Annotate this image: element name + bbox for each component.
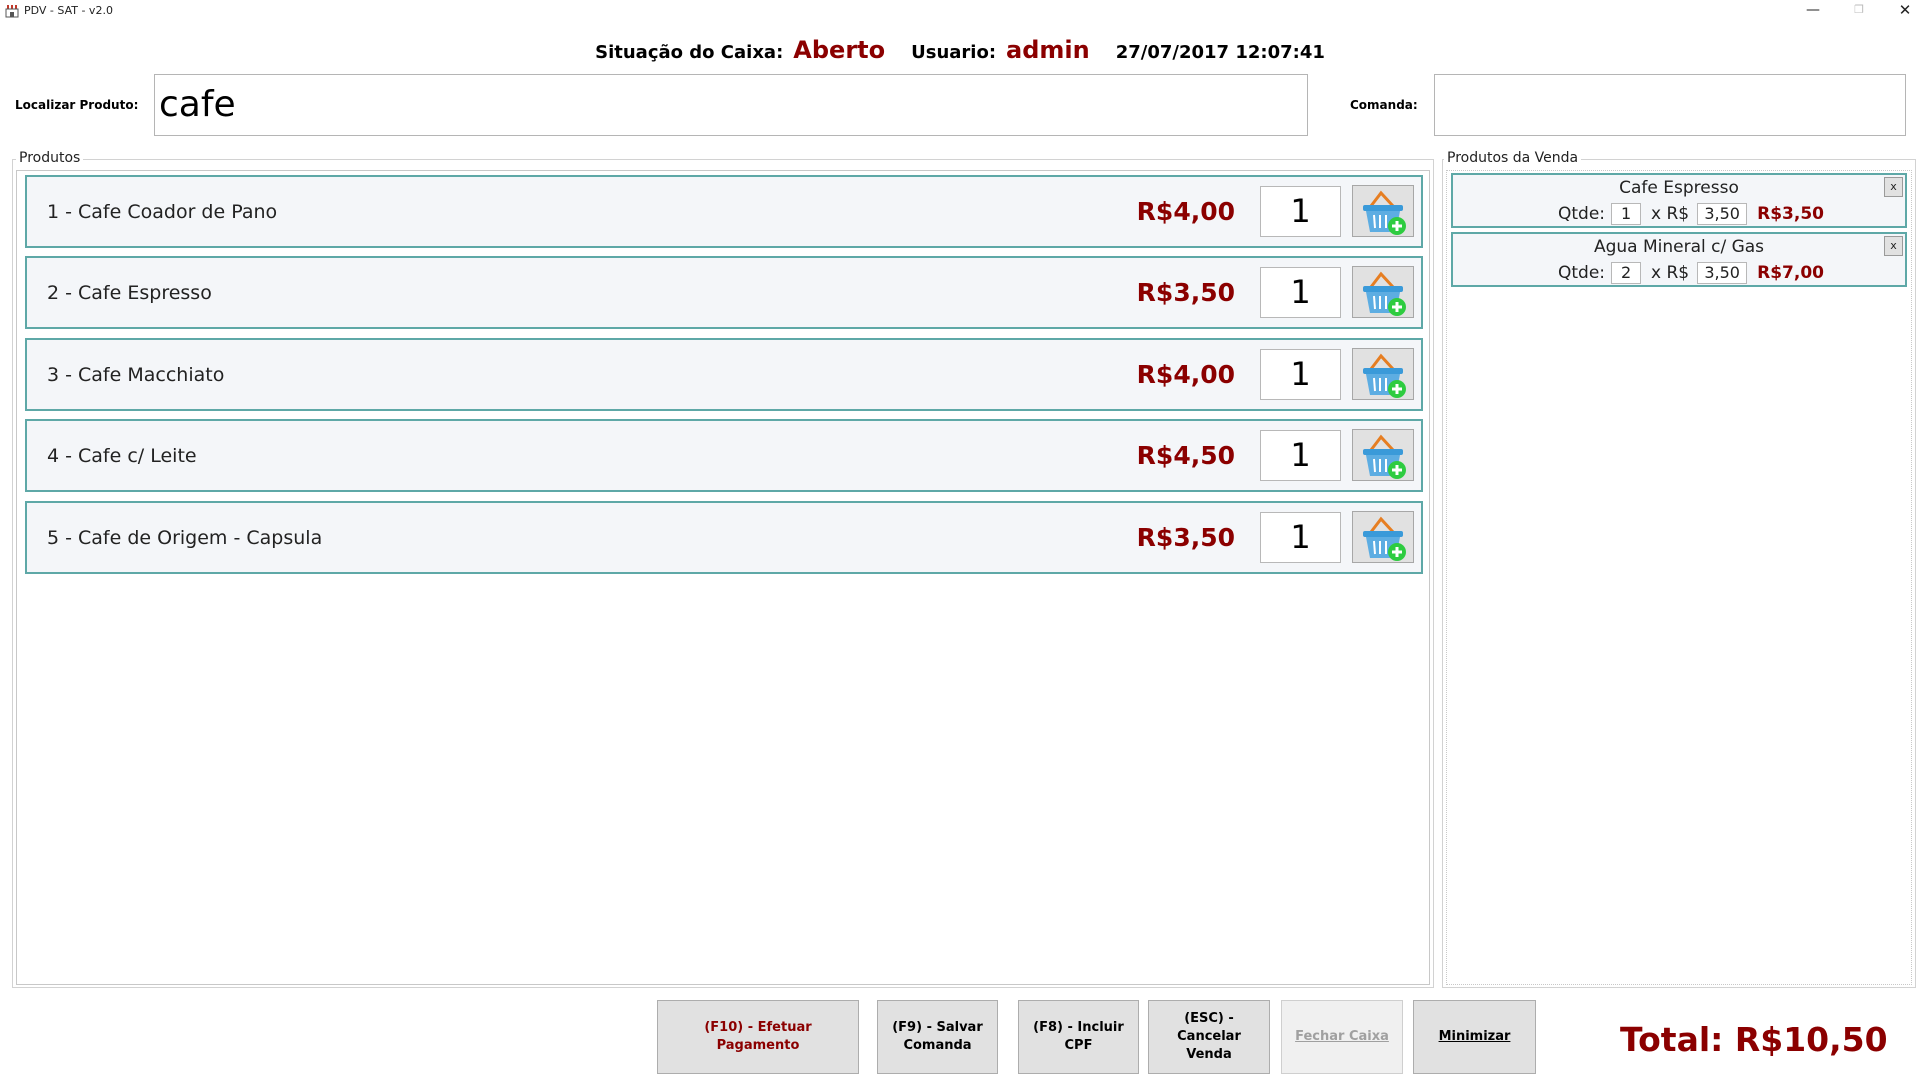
remove-item-button[interactable]: x: [1884, 177, 1903, 197]
user-value: admin: [1006, 36, 1090, 64]
product-qty-input[interactable]: 1: [1260, 349, 1341, 400]
sale-item-line: Qtde: 2 x R$ 3,50 R$7,00: [1558, 262, 1824, 284]
window-close-button[interactable]: ✕: [1882, 0, 1920, 22]
add-to-basket-button[interactable]: [1352, 185, 1414, 237]
basket-add-icon: [1363, 353, 1406, 398]
comanda-input[interactable]: [1434, 74, 1906, 136]
search-label: Localizar Produto:: [15, 98, 139, 112]
product-name: 4 - Cafe c/ Leite: [47, 445, 197, 467]
add-to-basket-button[interactable]: [1352, 348, 1414, 400]
window-minimize-button[interactable]: —: [1790, 0, 1836, 22]
close-register-button[interactable]: Fechar Caixa: [1281, 1000, 1403, 1074]
window-maximize-button[interactable]: ❐: [1836, 0, 1882, 22]
sale-item[interactable]: Agua Mineral c/ Gas Qtde: 2 x R$ 3,50 R$…: [1451, 232, 1907, 287]
title-bar: PDV - SAT - v2.0 — ❐ ✕: [0, 0, 1920, 22]
sale-item-total: R$3,50: [1757, 204, 1824, 224]
sale-item-name: Cafe Espresso: [1619, 178, 1739, 198]
basket-add-icon: [1363, 434, 1406, 479]
datetime: 27/07/2017 12:07:41: [1115, 42, 1325, 63]
user-label: Usuario:: [911, 42, 997, 63]
sale-unit-price-input[interactable]: 3,50: [1697, 203, 1748, 225]
add-to-basket-button[interactable]: [1352, 266, 1414, 318]
sale-times-label: x R$: [1651, 204, 1690, 224]
products-group-title: Produtos: [16, 150, 84, 166]
remove-item-button[interactable]: x: [1884, 236, 1903, 256]
register-status-label: Situação do Caixa:: [595, 42, 784, 63]
status-header: Situação do Caixa: Aberto Usuario: admin…: [0, 36, 1920, 66]
product-price: R$3,50: [1136, 278, 1235, 307]
product-price: R$4,00: [1136, 197, 1235, 226]
product-row[interactable]: 3 - Cafe Macchiato R$4,00 1: [25, 338, 1423, 411]
comanda-label: Comanda:: [1350, 98, 1418, 112]
product-price: R$4,00: [1136, 360, 1235, 389]
sale-item-total: R$7,00: [1757, 263, 1824, 283]
store-icon: [5, 5, 19, 18]
cancel-sale-button[interactable]: (ESC) - Cancelar Venda: [1148, 1000, 1270, 1074]
sale-qty-label: Qtde:: [1558, 204, 1606, 224]
sale-qty-input[interactable]: 2: [1611, 262, 1642, 284]
product-name: 3 - Cafe Macchiato: [47, 364, 225, 386]
basket-add-icon: [1363, 516, 1406, 561]
include-cpf-button[interactable]: (F8) - Incluir CPF: [1018, 1000, 1139, 1074]
product-row[interactable]: 5 - Cafe de Origem - Capsula R$3,50 1: [25, 501, 1423, 574]
save-comanda-button[interactable]: (F9) - Salvar Comanda: [877, 1000, 998, 1074]
add-to-basket-button[interactable]: [1352, 511, 1414, 563]
sale-total: Total: R$10,50: [1620, 1020, 1888, 1059]
product-row[interactable]: 4 - Cafe c/ Leite R$4,50 1: [25, 419, 1423, 492]
window-title: PDV - SAT - v2.0: [24, 4, 113, 17]
add-to-basket-button[interactable]: [1352, 429, 1414, 481]
sale-item-name: Agua Mineral c/ Gas: [1593, 237, 1765, 257]
sale-unit-price-input[interactable]: 3,50: [1697, 262, 1748, 284]
product-price: R$3,50: [1136, 523, 1235, 552]
sale-times-label: x R$: [1651, 263, 1690, 283]
product-name: 1 - Cafe Coador de Pano: [47, 201, 278, 223]
basket-add-icon: [1363, 190, 1406, 235]
product-qty-input[interactable]: 1: [1260, 512, 1341, 563]
product-qty-input[interactable]: 1: [1260, 267, 1341, 318]
product-price: R$4,50: [1136, 441, 1235, 470]
product-row[interactable]: 1 - Cafe Coador de Pano R$4,00 1: [25, 175, 1423, 248]
sale-group-title: Produtos da Venda: [1444, 150, 1582, 166]
minimize-button[interactable]: Minimizar: [1413, 1000, 1536, 1074]
sale-items-list[interactable]: [1446, 170, 1912, 985]
pay-button[interactable]: (F10) - Efetuar Pagamento: [657, 1000, 859, 1074]
product-row[interactable]: 2 - Cafe Espresso R$3,50 1: [25, 256, 1423, 329]
sale-qty-label: Qtde:: [1558, 263, 1606, 283]
sale-item-line: Qtde: 1 x R$ 3,50 R$3,50: [1558, 203, 1824, 225]
product-qty-input[interactable]: 1: [1260, 430, 1341, 481]
sale-item[interactable]: Cafe Espresso Qtde: 1 x R$ 3,50 R$3,50 x: [1451, 173, 1907, 228]
product-name: 5 - Cafe de Origem - Capsula: [47, 527, 323, 549]
register-status-value: Aberto: [793, 36, 886, 64]
sale-qty-input[interactable]: 1: [1611, 203, 1642, 225]
basket-add-icon: [1363, 271, 1406, 316]
product-name: 2 - Cafe Espresso: [47, 282, 212, 304]
search-input[interactable]: cafe: [154, 74, 1308, 136]
product-qty-input[interactable]: 1: [1260, 186, 1341, 237]
